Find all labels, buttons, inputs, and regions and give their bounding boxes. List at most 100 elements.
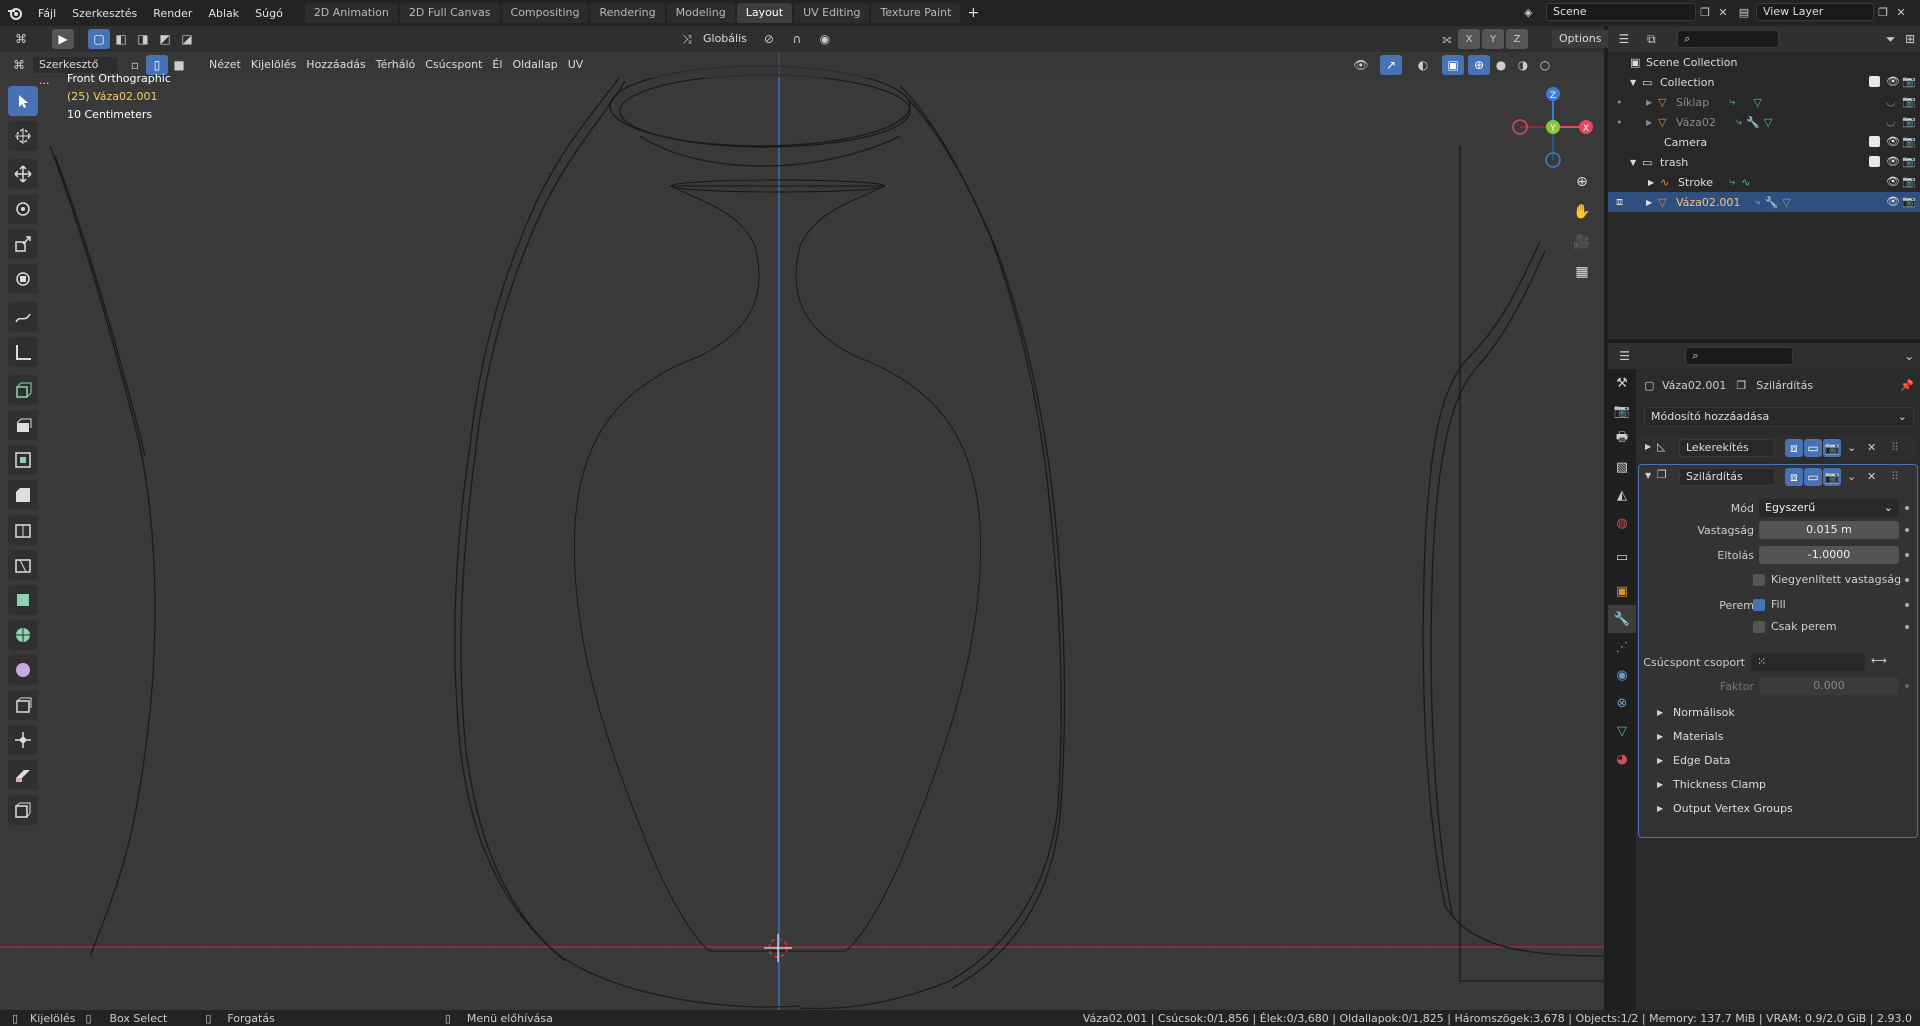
outliner-row-trash[interactable]: ▼ ▭ trash 👁 📷 <box>1608 152 1920 172</box>
tab-2d-animation[interactable]: 2D Animation <box>304 3 398 23</box>
keyframe-dot[interactable] <box>1905 684 1909 688</box>
close-view-layer-icon[interactable]: ✕ <box>1892 6 1910 19</box>
shading-rendered-icon[interactable]: ○ <box>1534 55 1556 75</box>
chevron-down-icon[interactable]: ⌄ <box>1847 470 1856 483</box>
pin-icon[interactable]: 📌 <box>1900 379 1914 392</box>
chevron-down-icon[interactable]: ⌄ <box>1847 441 1856 454</box>
tab-modeling[interactable]: Modeling <box>666 3 735 23</box>
expand-right-icon[interactable]: ▶ <box>1657 804 1663 813</box>
expand-down-icon[interactable]: ▼ <box>1630 158 1642 167</box>
expand-right-icon[interactable]: ▶ <box>1646 98 1658 107</box>
measure-tool-icon[interactable] <box>8 337 38 367</box>
scene-field[interactable]: Scene <box>1546 3 1696 21</box>
editor-type-icon[interactable]: ⌘ <box>10 29 32 49</box>
subpanel-output-vertex-groups[interactable]: ▶ Output Vertex Groups <box>1639 797 1919 819</box>
rip-tool-icon[interactable] <box>8 795 38 825</box>
3d-viewport[interactable]: (function(){ var g=document.currentScrip… <box>0 26 1604 1010</box>
only-rim-row[interactable]: Csak perem <box>1639 616 1919 638</box>
header-menu-face[interactable]: Oldallap <box>507 55 562 75</box>
material-tab-icon[interactable]: ◕ <box>1608 745 1636 773</box>
fill-checkbox[interactable] <box>1753 599 1765 611</box>
keyframe-dot[interactable] <box>1905 553 1909 557</box>
render-toggle-icon[interactable]: 📷 <box>1823 468 1841 486</box>
menu-window[interactable]: Ablak <box>200 7 247 20</box>
rotate-tool-icon[interactable] <box>8 194 38 224</box>
output-tab-icon[interactable]: 🖶 <box>1608 425 1636 453</box>
render-tab-icon[interactable]: 📷 <box>1608 397 1636 425</box>
thickness-field[interactable]: 0.015 m <box>1759 521 1899 539</box>
subpanel-materials[interactable]: ▶ Materials <box>1639 725 1919 747</box>
mirror-z-toggle[interactable]: Z <box>1506 29 1528 49</box>
outliner-editor-icon[interactable]: ☰ <box>1614 29 1634 49</box>
camera-icon[interactable]: 📷 <box>1902 75 1916 88</box>
face-mode-icon[interactable]: ■ <box>168 55 190 75</box>
knife-tool-icon[interactable] <box>8 550 38 580</box>
tab-rendering[interactable]: Rendering <box>590 3 665 23</box>
pan-hand-icon[interactable]: ✋ <box>1570 200 1594 224</box>
navigation-gizmo[interactable]: Z X Y <box>1508 82 1598 172</box>
header-menu-select[interactable]: Kijelölés <box>246 55 301 75</box>
camera-view-icon[interactable]: 🎥 <box>1570 230 1594 254</box>
tab-2d-full-canvas[interactable]: 2D Full Canvas <box>399 3 500 23</box>
collection-checkbox[interactable] <box>1869 76 1880 87</box>
remove-modifier-icon[interactable]: ✕ <box>1867 470 1876 483</box>
collection-checkbox[interactable] <box>1869 156 1880 167</box>
expand-right-icon[interactable]: ▶ <box>1657 756 1663 765</box>
ortho-grid-icon[interactable]: ▦ <box>1570 260 1594 284</box>
remove-modifier-icon[interactable]: ✕ <box>1867 441 1876 454</box>
properties-editor-icon[interactable]: ☰ <box>1614 346 1635 366</box>
selectability-icon[interactable]: 👁 <box>1350 55 1372 75</box>
invert-icon[interactable]: ⟷ <box>1871 654 1887 667</box>
camera-icon[interactable]: 📷 <box>1902 135 1916 148</box>
outliner-row-siklap[interactable]: • ▶ ▽ Síklap ⤷ ▽ ◡ 📷 <box>1608 92 1920 112</box>
menu-help[interactable]: Súgó <box>247 7 291 20</box>
camera-icon[interactable]: 📷 <box>1902 195 1916 208</box>
copy-scene-icon[interactable]: ❐ <box>1696 6 1714 19</box>
eye-closed-icon[interactable]: ◡ <box>1886 115 1898 128</box>
orientation-dropdown[interactable]: Globális <box>698 29 752 49</box>
view-layer-tab-icon[interactable]: ▧ <box>1608 453 1636 481</box>
spin-tool-icon[interactable] <box>8 620 38 650</box>
outliner-row-vaza02[interactable]: • ▶ ▽ Váza02 ⤷ 🔧 ▽ ◡ 📷 <box>1608 112 1920 132</box>
copy-view-layer-icon[interactable]: ❐ <box>1874 6 1892 19</box>
header-menu-uv[interactable]: UV <box>563 55 589 75</box>
bevel-tool-icon[interactable] <box>8 480 38 510</box>
eye-icon[interactable]: 👁 <box>1886 75 1900 88</box>
tab-compositing[interactable]: Compositing <box>501 3 589 23</box>
drag-handle-icon[interactable]: ⠿ <box>1891 470 1899 483</box>
expand-right-icon[interactable]: ▶ <box>1657 708 1663 717</box>
transform-tool-icon[interactable] <box>8 264 38 294</box>
properties-search[interactable]: ⌕ <box>1685 347 1793 365</box>
header-menu-add[interactable]: Hozzáadás <box>301 55 371 75</box>
properties-options-icon[interactable]: ⌄ <box>1899 346 1920 366</box>
mirror-x-toggle[interactable]: X <box>1458 29 1480 49</box>
camera-icon[interactable]: 📷 <box>1902 115 1916 128</box>
menu-render[interactable]: Render <box>145 7 200 20</box>
mode-dropdown[interactable]: Egyszerű ⌄ <box>1759 499 1899 517</box>
tab-layout[interactable]: Layout <box>736 3 793 23</box>
toggle-xray-icon[interactable]: ▣ <box>1442 55 1464 75</box>
camera-icon[interactable]: 📷 <box>1902 175 1916 188</box>
select-extend-icon[interactable]: ◧ <box>110 29 132 49</box>
expand-down-icon[interactable]: ▼ <box>1630 78 1642 87</box>
edge-slide-tool-icon[interactable] <box>8 690 38 720</box>
move-tool-icon[interactable] <box>8 159 38 189</box>
expand-right-icon[interactable]: ▶ <box>1646 198 1658 207</box>
expand-right-icon[interactable]: ▶ <box>1648 178 1660 187</box>
show-overlays-icon[interactable]: ◐ <box>1412 55 1434 75</box>
eye-closed-icon[interactable]: ◡ <box>1886 95 1898 108</box>
scene-tab-icon[interactable]: ◭ <box>1608 481 1636 509</box>
active-tool-icon[interactable]: ▶ <box>52 29 74 49</box>
inset-tool-icon[interactable] <box>8 445 38 475</box>
vertex-group-field[interactable]: ⁙ <box>1751 653 1865 671</box>
editor-type-small-icon[interactable]: ⌘ <box>8 55 30 75</box>
shear-tool-icon[interactable] <box>8 760 38 790</box>
subpanel-normals[interactable]: ▶ Normálisok <box>1639 701 1919 723</box>
add-workspace-button[interactable]: + <box>962 3 984 23</box>
expand-right-icon[interactable]: ▶ <box>1657 732 1663 741</box>
shrink-fatten-tool-icon[interactable] <box>8 725 38 755</box>
camera-icon[interactable]: 📷 <box>1902 155 1916 168</box>
poly-build-tool-icon[interactable] <box>8 585 38 615</box>
outliner-row-vaza02-001[interactable]: ⧈ ▶ ▽ Váza02.001 ⤷ 🔧 ▽ 👁 📷 <box>1608 192 1920 212</box>
proportional-editing-icon[interactable]: ◉ <box>814 29 836 49</box>
